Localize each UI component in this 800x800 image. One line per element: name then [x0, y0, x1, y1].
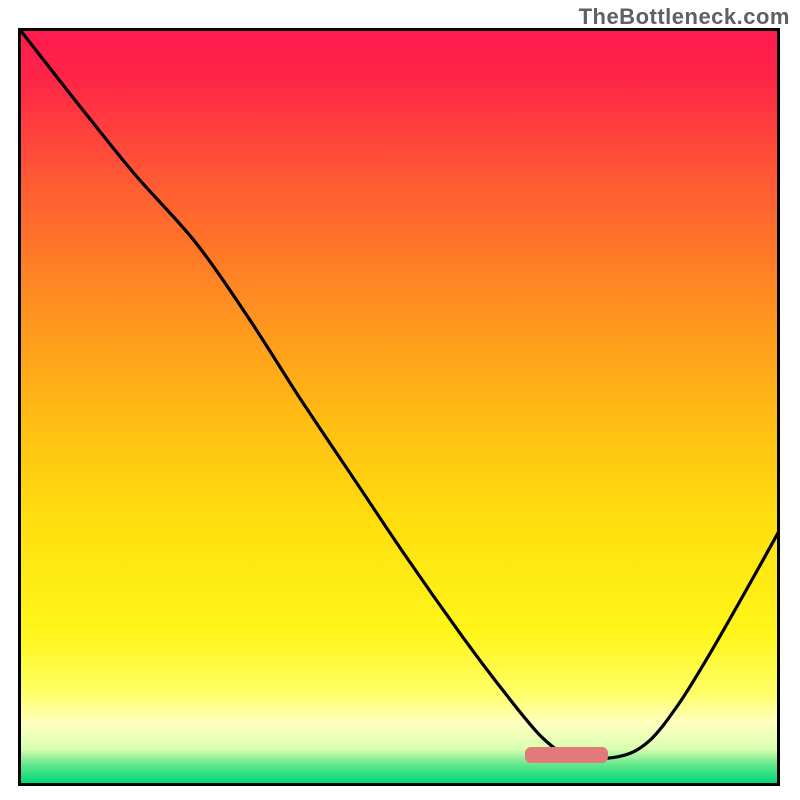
- chart-frame: TheBottleneck.com: [0, 0, 800, 800]
- bottleneck-curve: [21, 31, 777, 783]
- plot-area: [18, 28, 780, 786]
- optimal-range-marker: [525, 747, 608, 764]
- watermark-text: TheBottleneck.com: [579, 4, 790, 30]
